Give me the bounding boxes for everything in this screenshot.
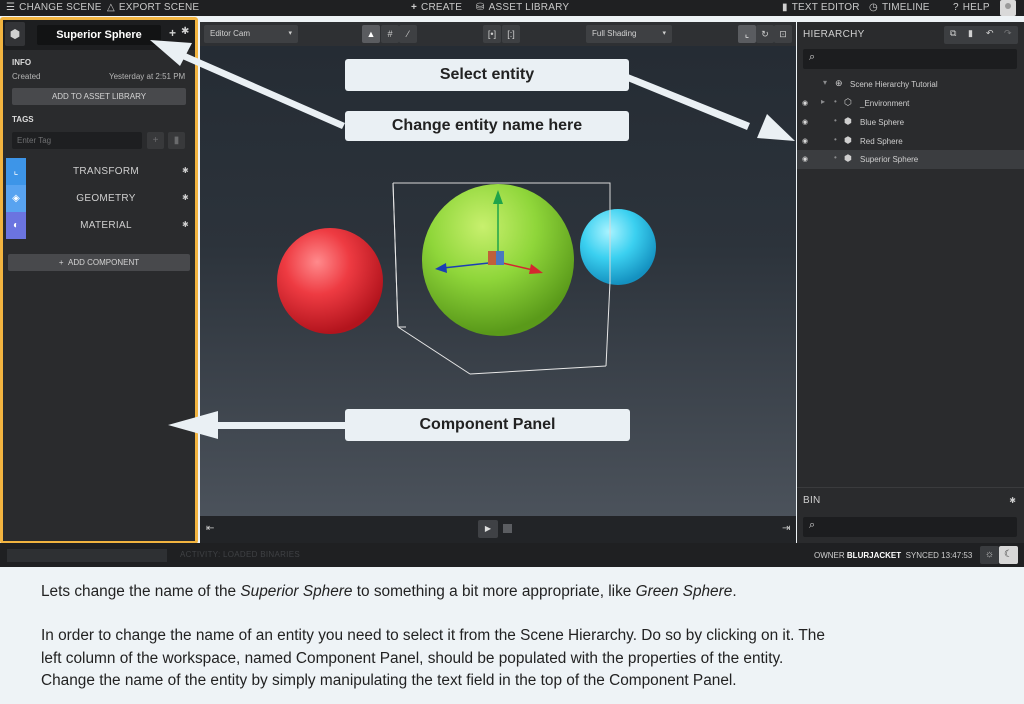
arrow-component-panel-head — [168, 411, 218, 439]
instruction-paragraph-2-line-2: left column of the workspace, named Comp… — [41, 650, 784, 667]
callout-select-entity: Select entity — [345, 59, 629, 91]
instruction-text-run: Lets change the name of the — [41, 583, 241, 600]
arrow-change-name-head — [150, 40, 192, 66]
instruction-text-run: to something a bit more appropriate, lik… — [352, 583, 636, 600]
instruction-emphasis: Green Sphere — [635, 583, 733, 600]
app-root: ☰ CHANGE SCENE △ EXPORT SCENE + CREATE ⛁… — [0, 0, 1024, 704]
callout-change-entity-name: Change entity name here — [345, 111, 629, 141]
arrow-select-entity-head — [757, 114, 795, 141]
instruction-paragraph-2-line-1: In order to change the name of an entity… — [41, 627, 825, 644]
instruction-paragraph-1: Lets change the name of the Superior Sph… — [41, 583, 1001, 601]
instruction-text-run: . — [732, 583, 737, 600]
instruction-emphasis: Superior Sphere — [240, 583, 353, 600]
arrow-component-panel — [210, 422, 350, 429]
arrow-change-name — [180, 52, 345, 129]
arrow-select-entity — [625, 74, 750, 130]
instruction-text: Lets change the name of the Superior Sph… — [0, 567, 1024, 704]
instruction-paragraph-2-line-3: Change the name of the entity by simply … — [41, 672, 737, 689]
callout-component-panel: Component Panel — [345, 409, 630, 441]
